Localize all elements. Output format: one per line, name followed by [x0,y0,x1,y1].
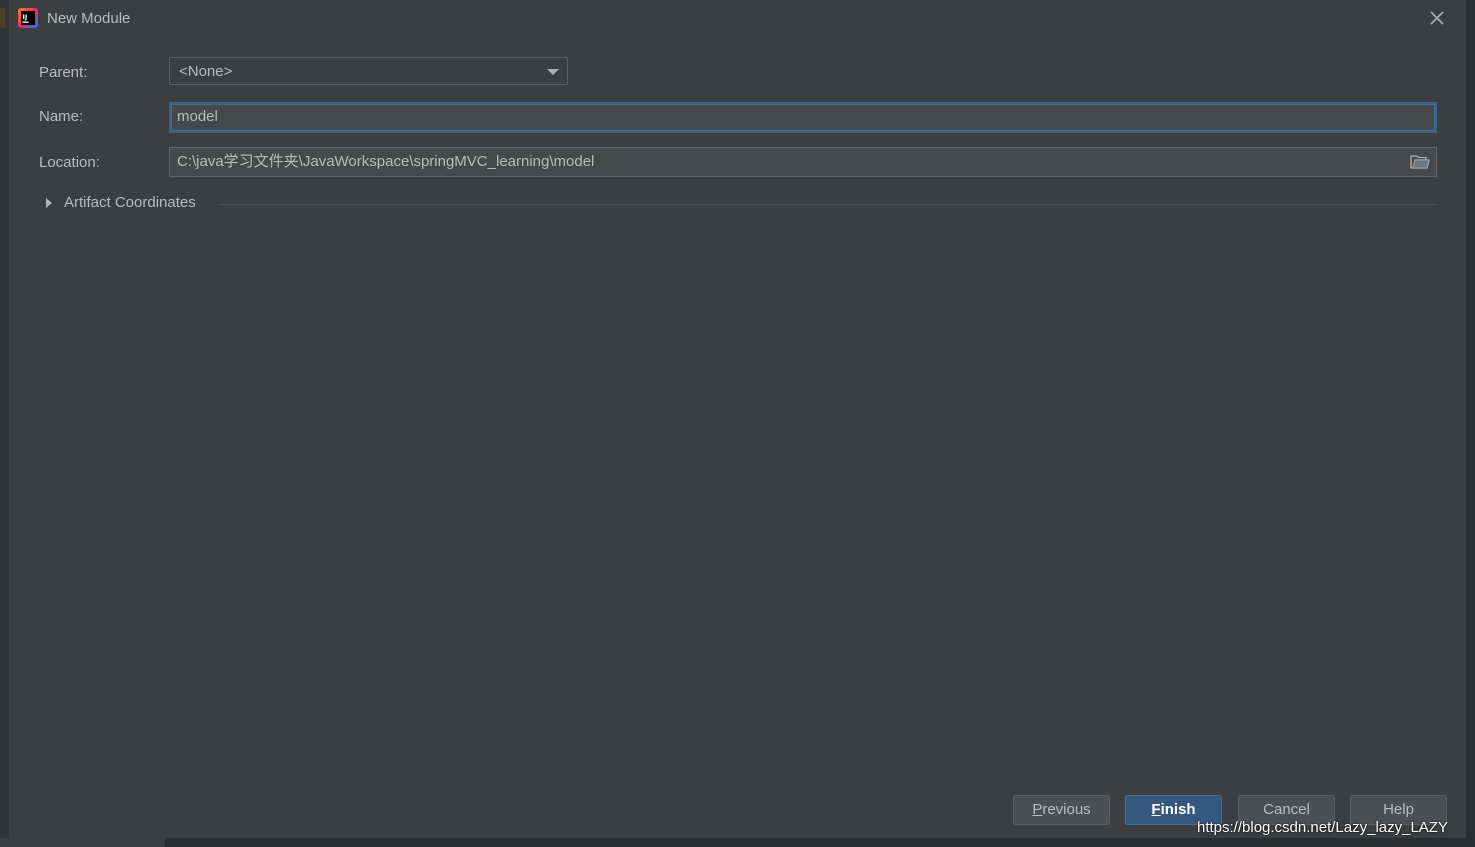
name-input[interactable]: model [169,102,1437,133]
chevron-down-icon [547,69,559,75]
background-ide-marker [0,8,5,28]
title-bar[interactable]: IJ New Module [9,0,1466,38]
chevron-right-icon[interactable] [46,198,52,208]
close-icon[interactable] [1425,6,1449,30]
folder-icon[interactable] [1410,154,1430,170]
parent-dropdown[interactable]: <None> [169,57,568,85]
name-label: Name: [39,108,84,125]
watermark-text: https://blog.csdn.net/Lazy_lazy_LAZY [1197,819,1448,836]
location-label: Location: [39,154,100,171]
location-input-value: C:\java学习文件夹\JavaWorkspace\springMVC_lea… [177,153,595,170]
parent-dropdown-value: <None> [179,63,233,80]
previous-button[interactable]: Previous [1013,795,1110,825]
finish-label-rest: inish [1160,801,1196,818]
previous-label-rest: revious [1042,801,1091,818]
window-title: New Module [47,10,131,27]
name-input-value: model [177,108,218,125]
intellij-icon: IJ [18,8,38,28]
parent-label: Parent: [39,64,88,81]
artifact-coordinates-toggle[interactable]: Artifact Coordinates [64,193,196,213]
finish-mnemonic: F [1151,801,1161,818]
location-input[interactable]: C:\java学习文件夹\JavaWorkspace\springMVC_lea… [169,147,1437,177]
artifact-coordinates-section: Artifact Coordinates [39,193,1436,215]
background-ide-bottom [0,838,165,847]
screen: IJ New Module Parent: <None> Name: model… [0,0,1475,847]
section-divider [220,204,1436,205]
svg-text:IJ: IJ [23,13,28,21]
background-ide-strip [0,0,9,847]
new-module-dialog: IJ New Module Parent: <None> Name: model… [9,0,1467,838]
previous-mnemonic: P [1032,801,1043,818]
